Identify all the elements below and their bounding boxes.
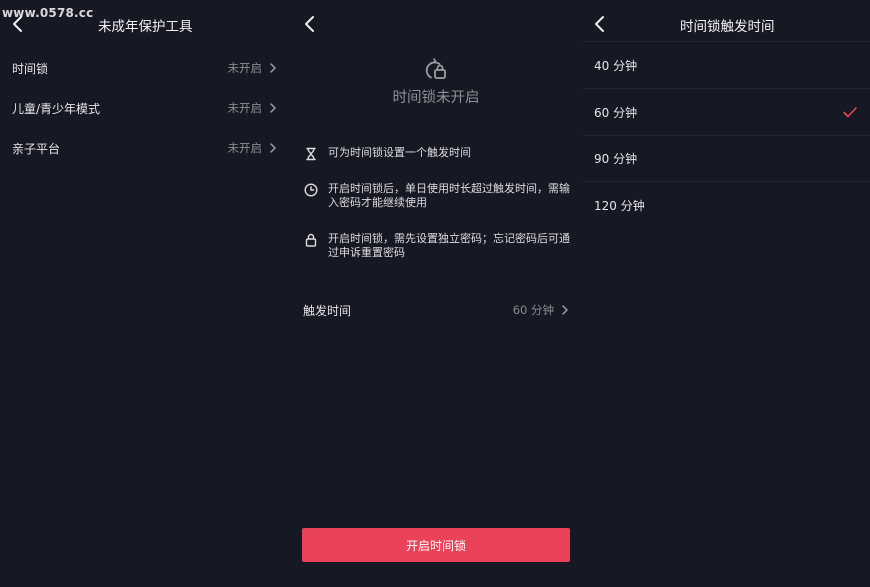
menu-item-label: 时间锁 [12,61,49,76]
trigger-time-value: 60 分钟 [512,303,554,317]
option-label: 90 分钟 [594,151,638,166]
clock-icon [304,183,318,197]
menu-item-time-lock[interactable]: 时间锁 未开启 [0,48,290,88]
menu-item-teen-mode[interactable]: 儿童/青少年模式 未开启 [0,88,290,128]
trigger-time-label: 触发时间 [303,303,352,318]
info-text: 开启时间锁后，单日使用时长超过触发时间，需输入密码才能继续使用 [328,182,570,209]
back-button[interactable] [300,14,320,34]
time-lock-icon [422,56,448,82]
option-label: 40 分钟 [594,58,638,73]
option-90-min[interactable]: 90 分钟 [582,135,870,181]
info-item: 开启时间锁后，单日使用时长超过触发时间，需输入密码才能继续使用 [304,182,572,210]
menu-item-parent-platform[interactable]: 亲子平台 未开启 [0,128,290,168]
menu-item-label: 亲子平台 [12,141,61,156]
option-120-min[interactable]: 120 分钟 [582,182,870,228]
lock-icon [304,233,318,247]
info-item: 可为时间锁设置一个触发时间 [304,146,572,161]
page-title: 时间锁触发时间 [680,19,775,35]
chevron-left-icon [595,16,604,32]
chevron-left-icon [13,16,22,32]
back-button[interactable] [590,14,610,34]
option-label: 120 分钟 [594,198,645,213]
chevron-right-icon [268,103,278,113]
status-text: 未开启 [227,101,263,115]
menu-item-label: 儿童/青少年模式 [12,101,101,116]
info-text: 可为时间锁设置一个触发时间 [328,146,471,159]
time-lock-status-heading: 时间锁未开启 [392,90,480,106]
minor-protection-panel: www.0578.cc 未成年保护工具 时间锁 未开启 儿童/青少年模式 未开启… [0,0,290,587]
trigger-time-row[interactable]: 触发时间 60 分钟 [290,296,582,324]
option-40-min[interactable]: 40 分钟 [582,42,870,88]
status-text: 未开启 [227,61,263,75]
info-item: 开启时间锁，需先设置独立密码；忘记密码后可通过申诉重置密码 [304,232,572,260]
page-title: 未成年保护工具 [98,19,193,35]
chevron-right-icon [560,305,570,315]
trigger-time-panel: 时间锁触发时间 40 分钟 60 分钟 90 分钟 120 分钟 [582,0,870,587]
hourglass-icon [304,147,318,161]
enable-time-lock-button[interactable]: 开启时间锁 [302,528,570,562]
chevron-right-icon [268,63,278,73]
chevron-right-icon [268,143,278,153]
option-label: 60 分钟 [594,105,638,120]
checkmark-icon [842,104,858,120]
status-text: 未开启 [227,141,263,155]
chevron-left-icon [305,16,314,32]
info-text: 开启时间锁，需先设置独立密码；忘记密码后可通过申诉重置密码 [328,232,570,259]
option-60-min[interactable]: 60 分钟 [582,89,870,135]
back-button[interactable] [8,14,28,34]
time-lock-panel: 时间锁未开启 可为时间锁设置一个触发时间 开启时间锁后，单日使用时长超过触发时间… [290,0,582,587]
